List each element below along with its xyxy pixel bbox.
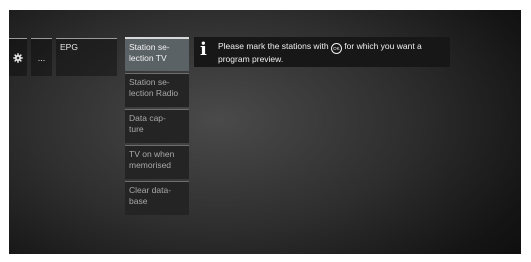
menu-item-label: Station se- lection Radio — [129, 77, 179, 98]
menu-item-label: TV on when memorised — [129, 149, 175, 170]
menu-item-label: Clear data- base — [129, 185, 172, 206]
menu-item-data-capture[interactable]: Data cap- ture — [125, 109, 189, 143]
info-box: i Please mark the stations with OK for w… — [194, 37, 450, 67]
menu-item-station-selection-tv[interactable]: Station se- lection TV — [125, 37, 189, 71]
menu-item-tv-on-when-memorised[interactable]: TV on when memorised — [125, 145, 189, 179]
settings-tab[interactable] — [9, 38, 27, 76]
ok-symbol: OK — [333, 46, 340, 51]
epg-submenu: Station se- lection TV Station se- lecti… — [125, 37, 189, 217]
info-text: Please mark the stations with OK for whi… — [218, 41, 448, 65]
more-tab-label: ... — [37, 52, 46, 63]
info-icon: i — [200, 39, 207, 60]
tv-screen: ... EPG Station se- lection TV Station s… — [9, 10, 521, 254]
menu-item-station-selection-radio[interactable]: Station se- lection Radio — [125, 73, 189, 107]
epg-tab[interactable]: EPG — [56, 38, 117, 76]
ok-button-icon: OK — [330, 43, 342, 54]
menu-item-label: Station se- lection TV — [129, 42, 170, 63]
menu-item-clear-database[interactable]: Clear data- base — [125, 181, 189, 215]
epg-tab-label: EPG — [60, 42, 78, 52]
more-tab[interactable]: ... — [31, 38, 52, 76]
info-text-before: Please mark the stations with — [218, 41, 331, 51]
gear-icon — [13, 52, 23, 63]
menu-item-label: Data cap- ture — [129, 113, 166, 134]
